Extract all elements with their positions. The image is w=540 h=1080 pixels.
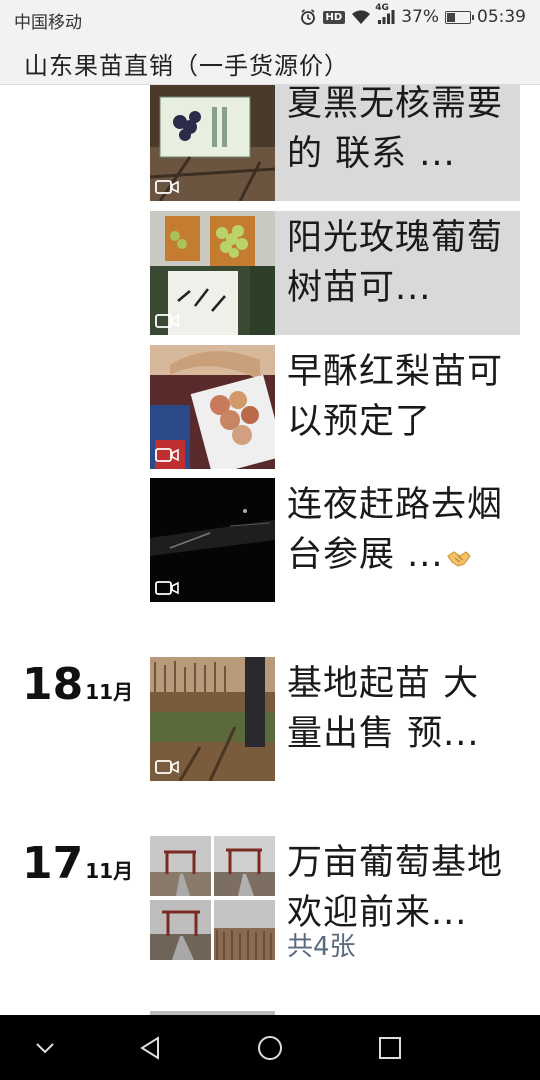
grid-photo[interactable] (150, 836, 211, 896)
video-icon (155, 448, 179, 462)
date-label: 17 11月 (22, 838, 133, 889)
title-bar: 山东果苗直销（一手货源价） (0, 38, 540, 85)
signal-icon: 4G (375, 3, 395, 25)
photo-count: 共4张 (287, 932, 356, 962)
recents-icon[interactable] (375, 1033, 405, 1063)
hd-icon: HD (322, 10, 346, 24)
wifi-icon (351, 9, 371, 25)
post-text: 万亩葡萄基地 欢迎前来... (287, 843, 504, 933)
battery-percent: 37% (401, 7, 439, 27)
date-label: 18 11月 (22, 659, 133, 710)
post-text: 连夜赶路去烟台参展 ... (287, 480, 512, 584)
grid-photo[interactable] (214, 836, 275, 896)
date-month: 11月 (85, 680, 134, 704)
post-text: 基地起苗 大量出售 预... (287, 664, 480, 754)
feed-item[interactable]: 阳光玫瑰葡萄 树苗可... (150, 211, 520, 335)
post-thumbnail[interactable] (150, 211, 275, 335)
video-icon (155, 314, 179, 328)
collapse-icon[interactable] (30, 1033, 60, 1063)
video-icon (155, 760, 179, 774)
post-thumbnail[interactable] (150, 85, 275, 201)
feed-item[interactable]: 连夜赶路去烟台参展 ... (150, 478, 520, 602)
feed[interactable]: 夏黑无核需要的 联系 ... 阳光玫瑰葡萄 树苗可... 早酥红梨苗可以预定了 … (0, 85, 540, 1015)
home-icon[interactable] (255, 1033, 285, 1063)
post-thumbnail[interactable] (150, 657, 275, 781)
network-type: 4G (375, 3, 389, 13)
date-day: 17 (22, 838, 84, 889)
feed-item[interactable]: 基地起苗 大量出售 预... (150, 657, 520, 781)
date-month: 11月 (85, 859, 134, 883)
post-text: 早酥红梨苗可以预定了 (287, 352, 504, 442)
alarm-icon (299, 8, 317, 26)
feed-item[interactable]: 夏黑无核需要的 联系 ... (150, 85, 520, 201)
date-day: 18 (22, 659, 84, 710)
video-icon (155, 180, 179, 194)
navigation-bar (0, 1015, 540, 1080)
battery-icon (445, 10, 474, 24)
status-bar: 中国移动 HD 4G 37% 05:39 (0, 0, 540, 38)
post-thumbnail[interactable] (150, 478, 275, 602)
grid-photo[interactable] (214, 900, 275, 960)
handshake-emoji (446, 534, 472, 584)
feed-item[interactable]: 万亩葡萄基地 欢迎前来... 共4张 (150, 836, 520, 962)
grid-photo[interactable] (150, 900, 211, 960)
clock: 05:39 (477, 7, 526, 27)
post-thumbnail[interactable] (150, 345, 275, 469)
photo-grid[interactable] (150, 836, 275, 960)
back-icon[interactable] (135, 1033, 165, 1063)
feed-item[interactable]: 早酥红梨苗可以预定了 (150, 345, 520, 469)
video-icon (155, 581, 179, 595)
page-title: 山东果苗直销（一手货源价） (24, 52, 349, 80)
carrier-name: 中国移动 (14, 13, 82, 33)
post-text: 夏黑无核需要的 联系 ... (287, 85, 504, 174)
post-text: 阳光玫瑰葡萄 树苗可... (287, 218, 504, 308)
